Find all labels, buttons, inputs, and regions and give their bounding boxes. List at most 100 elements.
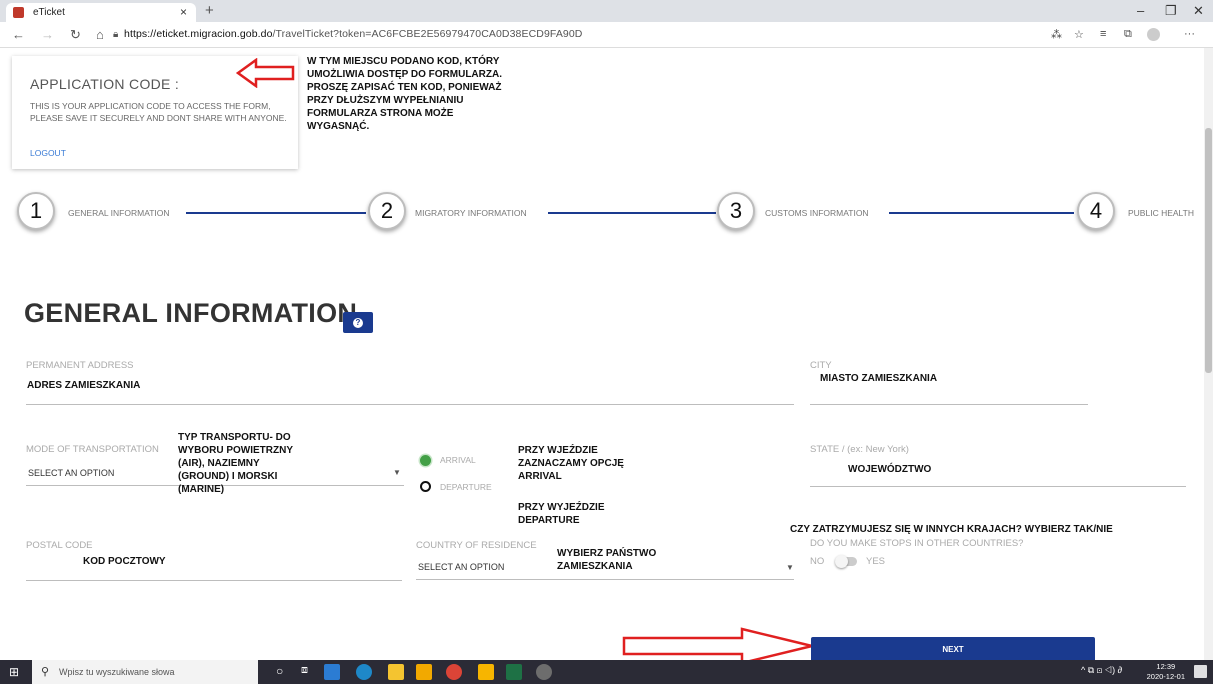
outlook-icon[interactable] (324, 664, 340, 680)
annotation-stops-note: CZY ZATRZYMUJESZ SIĘ W INNYCH KRAJACH? W… (790, 524, 1113, 535)
lock-icon: 🔒︎ (113, 29, 119, 40)
stops-toggle[interactable] (835, 555, 857, 568)
toggle-knob (835, 555, 848, 568)
postal-code-label: POSTAL CODE (26, 540, 93, 551)
city-input[interactable]: MIASTO ZAMIESZKANIA (820, 373, 937, 384)
permanent-address-input[interactable]: ADRES ZAMIESZKANIA (27, 380, 140, 391)
task-view-icon[interactable]: ⧈ (301, 664, 308, 677)
step-2-label: MIGRATORY INFORMATION (415, 208, 527, 218)
annotation-arrow-right-icon (622, 627, 813, 660)
chevron-down-icon[interactable]: ▼ (393, 468, 401, 477)
step-1-label: GENERAL INFORMATION (68, 208, 170, 218)
annotation-country-note: WYBIERZ PAŃSTWO ZAMIESZKANIA (557, 548, 657, 572)
state-underline (810, 486, 1186, 487)
permanent-address-label: PERMANENT ADDRESS (26, 360, 134, 371)
page-scrollbar[interactable] (1204, 48, 1213, 660)
city-underline (810, 404, 1088, 405)
annotation-arrow-left-icon (236, 58, 295, 88)
step-2-circle[interactable]: 2 (368, 192, 406, 230)
favorite-star-icon[interactable]: ☆ (1074, 28, 1084, 41)
page-content: APPLICATION CODE : THIS IS YOUR APPLICAT… (0, 48, 1213, 660)
application-code-description: THIS IS YOUR APPLICATION CODE TO ACCESS … (30, 101, 287, 123)
window-close-icon[interactable]: ✕ (1193, 3, 1204, 19)
chevron-down-icon[interactable]: ▼ (786, 563, 794, 572)
windows-taskbar: ⊞ ⚲ Wpisz tu wyszukiwane słowa ○ ⧈ ^ ⧉ ⊡… (0, 660, 1213, 684)
next-button[interactable]: NEXT (811, 637, 1095, 660)
annotation-arrival-note: PRZY WJEŹDZIE ZAZNACZAMY OPCJĘ ARRIVAL (518, 445, 624, 482)
excel-icon[interactable] (506, 664, 522, 680)
application-code-title: APPLICATION CODE : (30, 76, 180, 92)
clock-date: 2020-12-01 (1146, 671, 1185, 681)
edge-icon[interactable] (356, 664, 372, 680)
app-icon-2[interactable] (536, 664, 552, 680)
sticky-notes-icon[interactable] (416, 664, 432, 680)
search-icon: ⚲ (41, 666, 50, 678)
more-menu-icon[interactable]: ··· (1184, 28, 1195, 40)
annotation-transport-note: TYP TRANSPORTU- DO WYBORU POWIETRZNY (AI… (178, 432, 293, 495)
stops-yes-label: YES (866, 556, 886, 567)
close-tab-icon[interactable]: × (180, 5, 187, 19)
windows-start-icon[interactable]: ⊞ (9, 665, 19, 679)
forward-icon[interactable]: → (41, 27, 54, 42)
stops-no-label: NO (810, 556, 825, 567)
clock-time: 12:39 (1156, 662, 1176, 671)
browser-tab-bar: eTicket × + – ❐ ✕ (0, 0, 1213, 22)
mode-of-transportation-label: MODE OF TRANSPORTATION (26, 444, 159, 455)
chrome-icon[interactable] (446, 664, 462, 680)
favorites-list-icon[interactable]: ≡ (1100, 28, 1106, 40)
restore-icon[interactable]: ❐ (1165, 3, 1177, 19)
arrival-label: ARRIVAL (440, 455, 476, 465)
step-4-circle[interactable]: 4 (1077, 192, 1115, 230)
notifications-icon[interactable] (1194, 665, 1207, 678)
stepper-line-3 (889, 212, 1074, 214)
stepper-line-1 (186, 212, 366, 214)
home-icon[interactable]: ⌂ (96, 27, 104, 42)
mode-of-transportation-select[interactable]: SELECT AN OPTION (28, 468, 114, 478)
scrollbar-thumb[interactable] (1205, 128, 1212, 373)
help-button[interactable]: ? (343, 312, 373, 333)
help-icon: ? (353, 318, 363, 328)
country-of-residence-select[interactable]: SELECT AN OPTION (418, 562, 504, 572)
back-icon[interactable]: ← (12, 27, 25, 42)
annotation-departure-note: PRZY WYJEŹDZIE DEPARTURE (518, 502, 605, 526)
browser-tab[interactable]: eTicket × (6, 3, 196, 22)
new-tab-icon[interactable]: + (205, 2, 214, 19)
step-1-circle[interactable]: 1 (17, 192, 55, 230)
city-label: CITY (810, 360, 832, 371)
url-host: https://eticket.migracion.gob.do (124, 28, 273, 40)
stops-label: DO YOU MAKE STOPS IN OTHER COUNTRIES? (810, 538, 1024, 549)
taskbar-search-placeholder: Wpisz tu wyszukiwane słowa (59, 667, 175, 677)
arrival-radio[interactable] (420, 455, 431, 466)
permanent-address-underline (26, 404, 794, 405)
departure-label: DEPARTURE (440, 482, 492, 492)
state-input[interactable]: WOJEWÓDZTWO (848, 464, 931, 475)
collections-icon[interactable]: ⧉ (1124, 28, 1132, 41)
step-4-label: PUBLIC HEALTH (1128, 208, 1194, 218)
browser-address-bar: ← → ↻ ⌂ 🔒︎ https://eticket.migracion.gob… (0, 22, 1213, 48)
country-underline (416, 579, 794, 580)
url-path: /TravelTicket?token=AC6FCBE2E56979470CA0… (272, 28, 583, 40)
postal-code-input[interactable]: KOD POCZTOWY (83, 556, 166, 567)
postal-code-underline (26, 580, 402, 581)
refresh-icon[interactable]: ↻ (70, 27, 81, 43)
site-favicon-icon (13, 7, 24, 18)
translate-icon[interactable]: ⁂ (1051, 28, 1062, 41)
step-3-label: CUSTOMS INFORMATION (765, 208, 869, 218)
tab-title: eTicket (33, 7, 65, 18)
minimize-icon[interactable]: – (1137, 3, 1144, 18)
logout-link[interactable]: LOGOUT (30, 148, 66, 158)
state-label: STATE / (ex: New York) (810, 444, 909, 455)
stepper-line-2 (548, 212, 716, 214)
url-field[interactable]: https://eticket.migracion.gob.do/TravelT… (124, 28, 583, 40)
taskbar-search[interactable]: ⚲ Wpisz tu wyszukiwane słowa (32, 660, 258, 684)
system-tray-icons[interactable]: ^ ⧉ ⊡ ◁) ∂ (1081, 665, 1122, 676)
country-of-residence-label: COUNTRY OF RESIDENCE (416, 540, 537, 551)
page-title: GENERAL INFORMATION (24, 298, 358, 328)
step-3-circle[interactable]: 3 (717, 192, 755, 230)
app-icon[interactable] (478, 664, 494, 680)
taskbar-clock[interactable]: 12:39 2020-12-01 (1147, 662, 1185, 681)
file-explorer-icon[interactable] (388, 664, 404, 680)
cortana-icon[interactable]: ○ (276, 664, 283, 678)
profile-avatar[interactable] (1147, 28, 1160, 41)
departure-radio[interactable] (420, 481, 431, 492)
